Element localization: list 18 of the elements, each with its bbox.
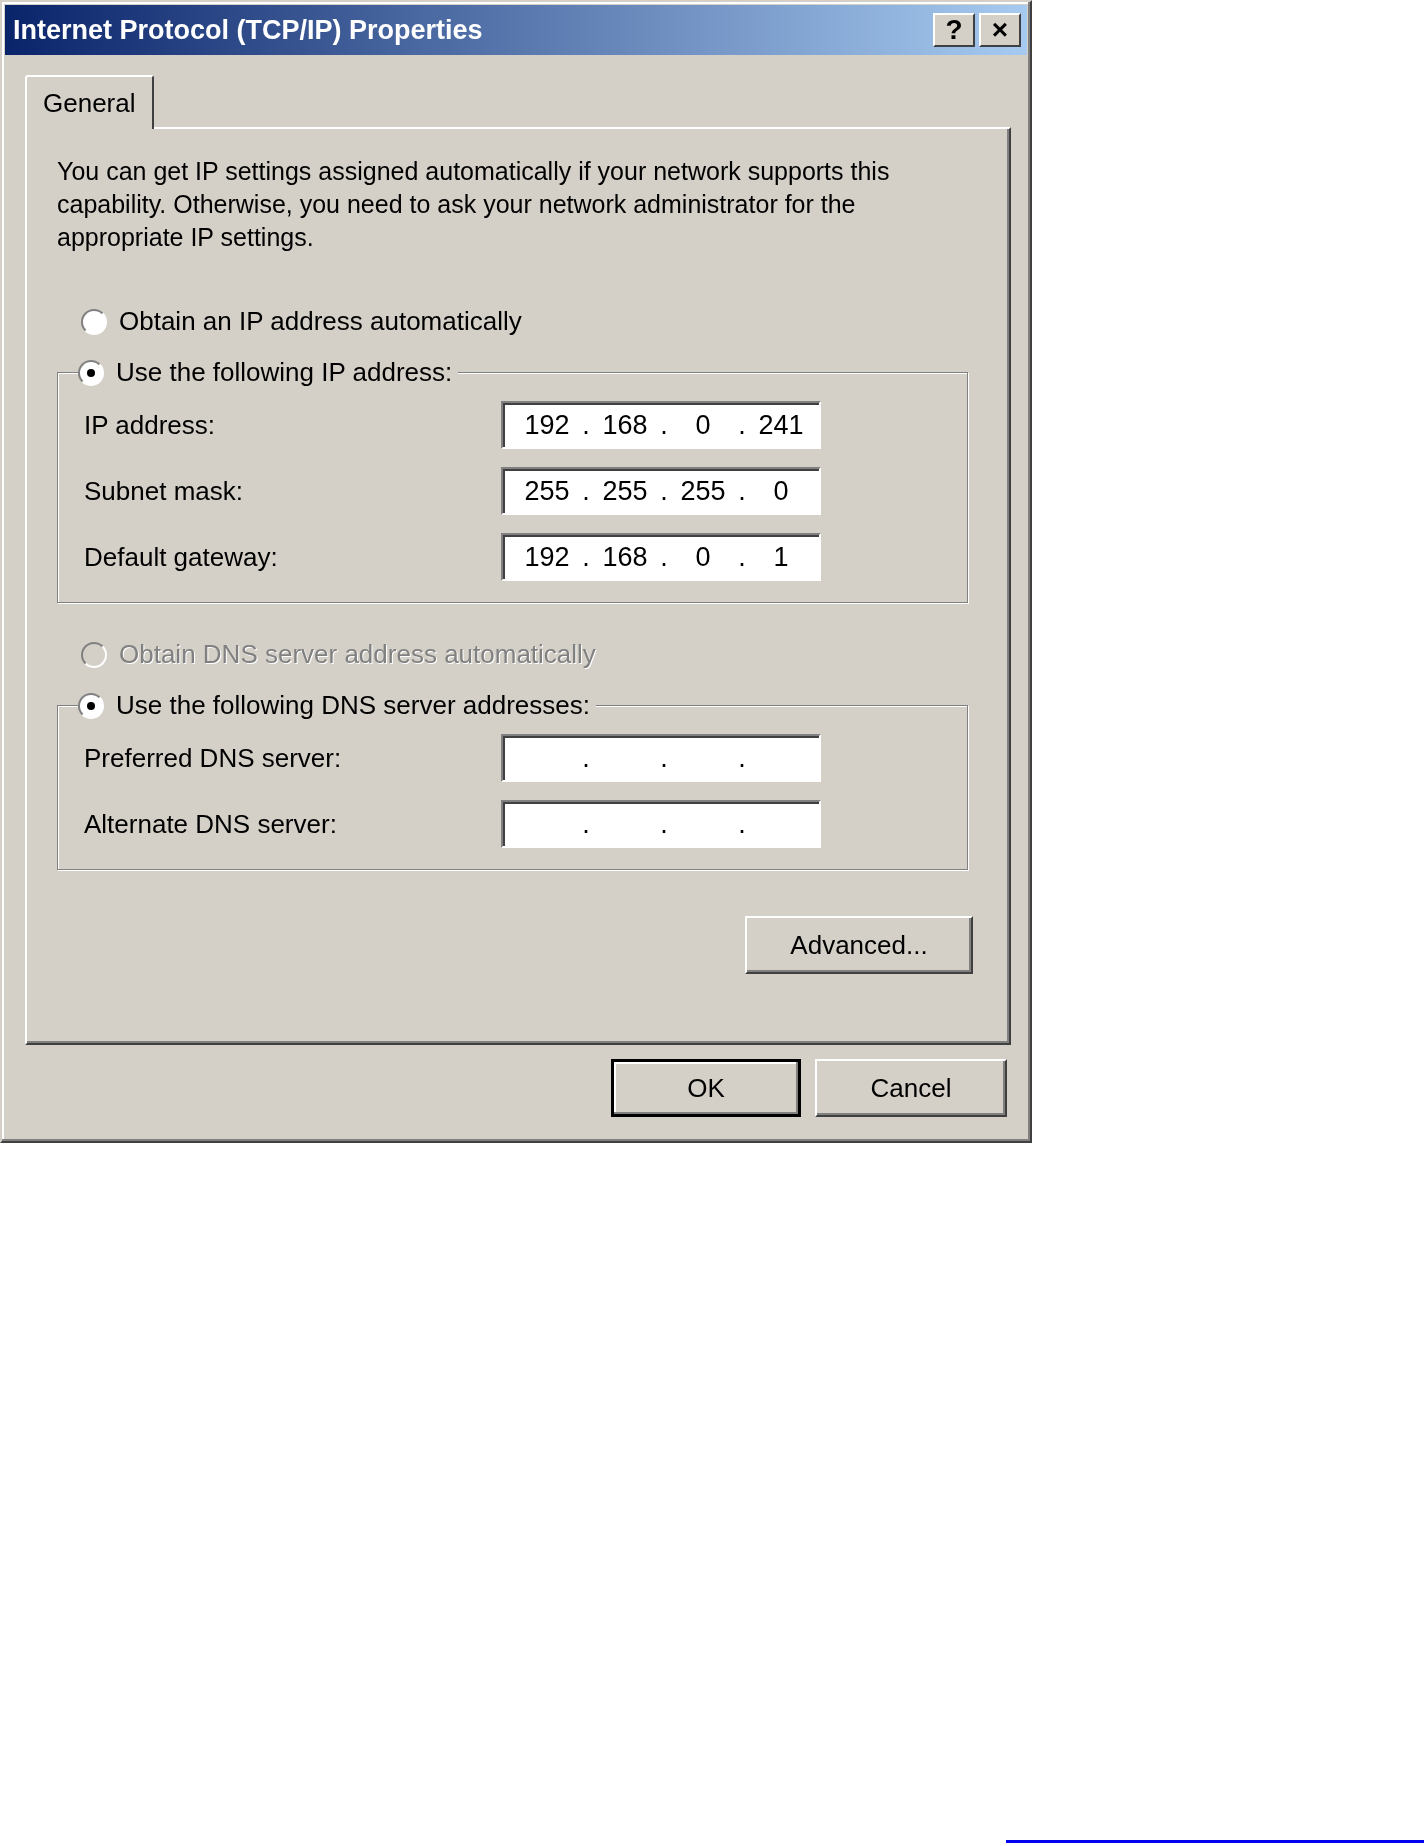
advanced-button[interactable]: Advanced...	[745, 916, 973, 974]
window-title: Internet Protocol (TCP/IP) Properties	[13, 13, 483, 47]
cancel-button[interactable]: Cancel	[815, 1059, 1007, 1117]
close-button[interactable]: ×	[979, 13, 1021, 47]
intro-text: You can get IP settings assigned automatically if your network supports this capability. Otherwise, you need to ask your network administrator for the appropriate IP settings.	[57, 156, 891, 253]
field-label: Subnet mask:	[84, 474, 243, 508]
ip-address-field[interactable]: 192 . 168 . 0 . 241	[501, 401, 821, 449]
ip-address-field[interactable]: . . .	[501, 800, 821, 848]
tab[interactable]: General	[25, 75, 154, 129]
ok-button[interactable]: OK	[611, 1059, 801, 1117]
field-label: IP address:	[84, 408, 216, 442]
ip-address-field[interactable]: 192 . 168 . 0 . 1	[501, 533, 821, 581]
field-label: Preferred DNS server:	[84, 741, 342, 775]
field-label: Default gateway:	[84, 540, 278, 574]
ip-address-field[interactable]: 255 . 255 . 255 . 0	[501, 467, 821, 515]
field-label: Alternate DNS server:	[84, 807, 337, 841]
help-button[interactable]: ?	[933, 13, 975, 47]
ip-address-field[interactable]: . . .	[501, 734, 821, 782]
